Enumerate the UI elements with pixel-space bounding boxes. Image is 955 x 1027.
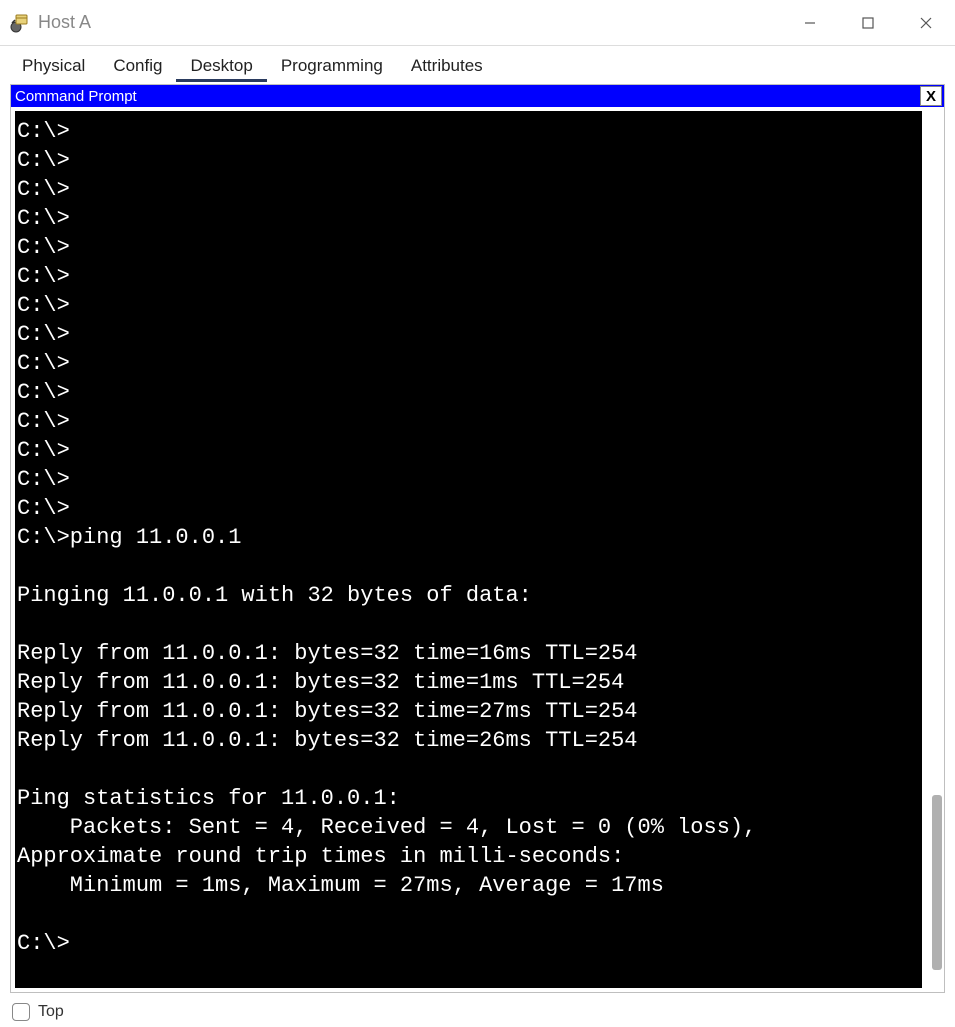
minimize-button[interactable] — [781, 0, 839, 46]
workspace: Command Prompt X C:\> C:\> C:\> C:\> C:\… — [10, 84, 945, 993]
command-prompt-titlebar: Command Prompt X — [11, 85, 944, 107]
command-prompt-close-button[interactable]: X — [920, 86, 942, 106]
window-title: Host A — [38, 12, 91, 33]
tab-bar: Physical Config Desktop Programming Attr… — [0, 46, 955, 82]
terminal-container: C:\> C:\> C:\> C:\> C:\> C:\> C:\> C:\> … — [11, 107, 944, 992]
tab-desktop[interactable]: Desktop — [176, 50, 266, 82]
terminal-output[interactable]: C:\> C:\> C:\> C:\> C:\> C:\> C:\> C:\> … — [15, 111, 922, 988]
scrollbar-thumb[interactable] — [932, 795, 942, 970]
tab-attributes[interactable]: Attributes — [397, 50, 497, 82]
tab-config[interactable]: Config — [99, 50, 176, 82]
app-window: Host A Physical Config Desktop Programmi… — [0, 0, 955, 1027]
tab-programming[interactable]: Programming — [267, 50, 397, 82]
maximize-button[interactable] — [839, 0, 897, 46]
bottom-bar: Top — [0, 997, 955, 1027]
close-button[interactable] — [897, 0, 955, 46]
command-prompt-title: Command Prompt — [15, 88, 920, 105]
app-icon — [10, 13, 30, 33]
top-checkbox[interactable] — [12, 1003, 30, 1021]
titlebar: Host A — [0, 0, 955, 46]
tab-physical[interactable]: Physical — [8, 50, 99, 82]
terminal-scrollbar[interactable] — [928, 111, 942, 988]
top-checkbox-label: Top — [38, 1003, 64, 1021]
